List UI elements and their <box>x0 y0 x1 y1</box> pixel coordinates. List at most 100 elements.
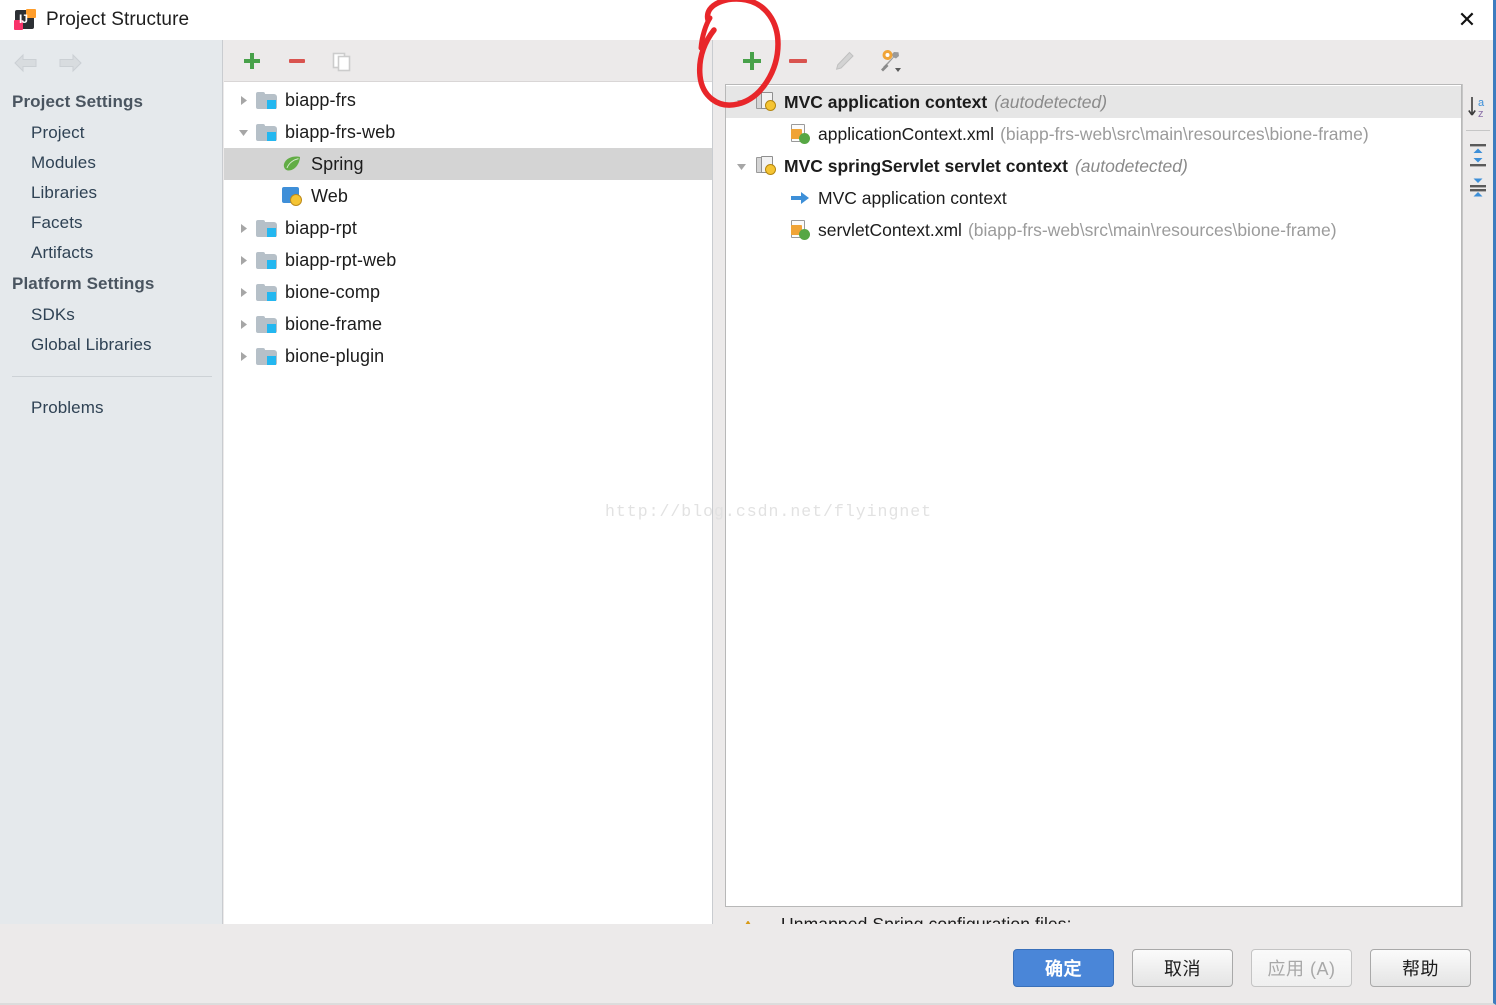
wrench-icon[interactable] <box>876 47 904 75</box>
context-file-label: servletContext.xml <box>818 219 962 240</box>
sidebar-item-sdks[interactable]: SDKs <box>0 300 222 330</box>
settings-sidebar: Project Settings Project Modules Librari… <box>0 40 223 924</box>
tree-row[interactable]: bione-frame <box>224 308 712 340</box>
sidebar-divider <box>12 376 212 377</box>
copy-module-button <box>328 47 356 75</box>
module-label: biapp-frs <box>285 89 356 110</box>
context-file-row[interactable]: servletContext.xml (biapp-frs-web\src\ma… <box>726 214 1461 246</box>
sort-az-icon[interactable]: a z <box>1464 90 1492 124</box>
context-file-row[interactable]: applicationContext.xml (biapp-frs-web\sr… <box>726 118 1461 150</box>
context-file-path: (biapp-frs-web\src\main\resources\bione-… <box>1000 123 1369 144</box>
spring-xml-file-icon <box>788 124 812 144</box>
pencil-icon <box>830 47 858 75</box>
facet-label: Web <box>311 185 348 206</box>
spring-toolbar <box>714 40 1493 82</box>
chevron-down-icon[interactable] <box>728 86 754 118</box>
context-autodetected-label: (autodetected) <box>1074 155 1188 176</box>
add-context-button[interactable] <box>738 47 766 75</box>
folder-module-icon <box>254 347 278 365</box>
sidebar-item-libraries[interactable]: Libraries <box>0 178 222 208</box>
tree-row[interactable]: biapp-rpt-web <box>224 244 712 276</box>
context-row-mvc-springservlet-servlet-context[interactable]: MVC springServlet servlet context (autod… <box>726 150 1461 182</box>
context-label: MVC springServlet servlet context <box>784 155 1068 176</box>
intellij-idea-icon: IJ <box>14 9 36 31</box>
context-file-label: applicationContext.xml <box>818 123 995 144</box>
context-row-mvc-application-context[interactable]: MVC application context (autodetected) <box>726 86 1461 118</box>
spring-contexts-panel: MVC application context (autodetected) a… <box>714 40 1493 924</box>
project-structure-dialog: IJ Project Structure ✕ Project Settings … <box>0 0 1496 1005</box>
module-label: biapp-frs-web <box>285 121 396 142</box>
folder-module-icon <box>254 219 278 237</box>
parent-context-label: MVC application context <box>818 187 1007 208</box>
collapse-all-icon[interactable] <box>1464 171 1492 205</box>
folder-module-icon <box>254 283 278 301</box>
navigation-arrows <box>0 40 222 86</box>
expand-all-icon[interactable] <box>1464 137 1492 171</box>
module-label: biapp-rpt-web <box>285 249 397 270</box>
blue-arrow-icon <box>788 190 812 206</box>
modules-tree[interactable]: biapp-frs biapp-frs-web Spring Web biapp… <box>224 82 712 372</box>
apply-button: 应用 (A) <box>1251 949 1352 987</box>
close-icon[interactable]: ✕ <box>1441 0 1493 40</box>
chevron-down-icon[interactable] <box>232 116 254 148</box>
tree-row[interactable]: bione-plugin <box>224 340 712 372</box>
modules-panel: biapp-frs biapp-frs-web Spring Web biapp… <box>224 40 713 924</box>
context-file-path: (biapp-frs-web\src\main\resources\bione-… <box>967 219 1337 240</box>
back-arrow-icon[interactable] <box>12 52 40 74</box>
module-label: bione-frame <box>285 313 383 334</box>
web-facet-icon <box>280 187 304 206</box>
sidebar-item-modules[interactable]: Modules <box>0 148 222 178</box>
module-label: bione-comp <box>285 281 381 302</box>
folder-module-icon <box>254 315 278 333</box>
chevron-right-icon[interactable] <box>232 340 254 372</box>
folder-module-icon <box>254 91 278 109</box>
dialog-button-row: 确定 取消 应用 (A) 帮助 <box>1013 949 1471 987</box>
module-label: bione-plugin <box>285 345 385 366</box>
dialog-footer: 确定 取消 应用 (A) 帮助 <box>0 924 1493 1003</box>
facet-label: Spring <box>311 153 364 174</box>
spring-leaf-icon <box>280 155 304 173</box>
tools-divider <box>1466 130 1490 131</box>
tree-row[interactable]: biapp-frs-web <box>224 116 712 148</box>
add-module-button[interactable] <box>238 47 266 75</box>
chevron-right-icon[interactable] <box>232 244 254 276</box>
cancel-button[interactable]: 取消 <box>1132 949 1233 987</box>
help-button[interactable]: 帮助 <box>1370 949 1471 987</box>
chevron-right-icon[interactable] <box>232 308 254 340</box>
context-autodetected-label: (autodetected) <box>994 91 1108 112</box>
folder-module-icon <box>254 251 278 269</box>
sidebar-item-artifacts[interactable]: Artifacts <box>0 238 222 268</box>
chevron-right-icon[interactable] <box>232 84 254 116</box>
spring-contexts-list[interactable]: MVC application context (autodetected) a… <box>725 84 1462 907</box>
tree-row[interactable]: bione-comp <box>224 276 712 308</box>
sidebar-item-global-libraries[interactable]: Global Libraries <box>0 330 222 360</box>
remove-module-button[interactable] <box>283 47 311 75</box>
sidebar-item-project[interactable]: Project <box>0 118 222 148</box>
tree-row-web-facet[interactable]: Web <box>224 180 712 212</box>
chevron-right-icon[interactable] <box>232 276 254 308</box>
forward-arrow-icon[interactable] <box>56 52 84 74</box>
tree-row[interactable]: biapp-frs <box>224 84 712 116</box>
svg-text:z: z <box>1478 108 1484 120</box>
spring-context-icon <box>754 92 778 112</box>
sidebar-item-problems[interactable]: Problems <box>0 393 222 423</box>
remove-context-button[interactable] <box>784 47 812 75</box>
spring-context-icon <box>754 156 778 176</box>
parent-context-reference-row[interactable]: MVC application context <box>726 182 1461 214</box>
module-label: biapp-rpt <box>285 217 357 238</box>
list-view-tools: a z <box>1462 84 1493 907</box>
chevron-down-icon[interactable] <box>728 150 754 182</box>
spring-xml-file-icon <box>788 220 812 240</box>
modules-toolbar <box>224 40 712 82</box>
tree-row[interactable]: biapp-rpt <box>224 212 712 244</box>
title-bar: IJ Project Structure ✕ <box>0 0 1493 40</box>
folder-module-icon <box>254 123 278 141</box>
tree-row-spring-facet[interactable]: Spring <box>224 148 712 180</box>
sidebar-item-facets[interactable]: Facets <box>0 208 222 238</box>
window-title: Project Structure <box>46 9 190 30</box>
sidebar-group-title-project-settings: Project Settings <box>12 92 144 111</box>
sidebar-group-title-platform-settings: Platform Settings <box>12 274 155 293</box>
chevron-right-icon[interactable] <box>232 212 254 244</box>
ok-button[interactable]: 确定 <box>1013 949 1114 987</box>
context-label: MVC application context <box>784 91 988 112</box>
